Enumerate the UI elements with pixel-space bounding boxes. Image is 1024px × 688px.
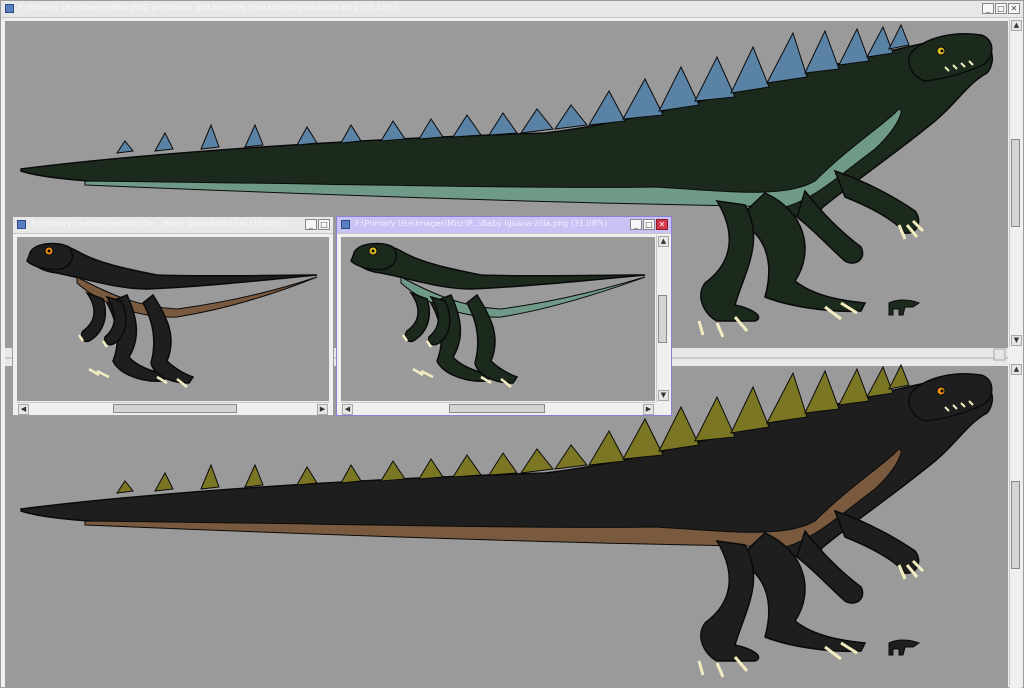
main-vertical-scrollbar[interactable]: ▲ ▼: [1009, 19, 1022, 347]
minimize-button[interactable]: _: [982, 3, 994, 14]
scroll-thumb[interactable]: [1011, 481, 1020, 569]
image-viewer-icon: [17, 220, 26, 229]
minimize-button[interactable]: _: [630, 219, 642, 230]
main-title-bar[interactable]: F:\Primary Use\Images\Misc\PNG pics\Dino…: [1, 1, 1023, 18]
scroll-left-arrow[interactable]: ◀: [18, 404, 29, 415]
maximize-button[interactable]: □: [318, 219, 330, 230]
scroll-thumb[interactable]: [1011, 139, 1020, 227]
baby-sai-window[interactable]: F:\Primary Use\Images\Misc\Se...\Baby ig…: [12, 216, 334, 416]
scroll-up-arrow[interactable]: ▲: [658, 236, 669, 247]
maximize-button[interactable]: □: [995, 3, 1007, 14]
image-viewer-icon: [5, 4, 14, 13]
scroll-left-arrow[interactable]: ◀: [342, 404, 353, 415]
scroll-down-arrow[interactable]: ▼: [1011, 335, 1022, 346]
scroll-right-arrow[interactable]: ▶: [317, 404, 328, 415]
sai-title-bar[interactable]: F:\Primary Use\Images\Misc\Se...\Baby ig…: [13, 217, 333, 234]
main-vertical-scrollbar-lower[interactable]: ▲: [1009, 363, 1022, 688]
scroll-thumb[interactable]: [113, 404, 237, 413]
scroll-up-arrow[interactable]: ▲: [1011, 20, 1022, 31]
sai-horizontal-scrollbar[interactable]: ◀ ▶: [17, 402, 329, 415]
minimize-button[interactable]: _: [305, 219, 317, 230]
scroll-thumb[interactable]: [449, 404, 545, 413]
baby-png-window[interactable]: F:\Primary Use\Images\Misc\P...\Baby igu…: [336, 216, 672, 416]
scroll-down-arrow[interactable]: ▼: [658, 390, 669, 401]
scroll-right-arrow[interactable]: ▶: [643, 404, 654, 415]
png-canvas[interactable]: [341, 237, 655, 401]
scroll-up-arrow[interactable]: ▲: [1011, 364, 1022, 375]
maximize-button[interactable]: □: [643, 219, 655, 230]
sai-canvas[interactable]: [17, 237, 329, 401]
sai-window-title: F:\Primary Use\Images\Misc\Se...\Baby ig…: [31, 219, 286, 228]
scroll-thumb[interactable]: [658, 295, 667, 343]
main-window-title: F:\Primary Use\Images\Misc\PNG pics\Dino…: [19, 3, 398, 12]
png-horizontal-scrollbar[interactable]: ◀ ▶: [341, 402, 655, 415]
baby-black-iguana-zilla: [26, 242, 318, 388]
baby-green-iguana-zilla: [350, 242, 646, 388]
close-button[interactable]: ✕: [656, 219, 668, 230]
close-button[interactable]: ✕: [1008, 3, 1020, 14]
baby-iguana-zilla-sai-image: [26, 242, 318, 388]
png-title-bar[interactable]: F:\Primary Use\Images\Misc\P...\Baby igu…: [337, 217, 671, 234]
png-vertical-scrollbar[interactable]: ▲ ▼: [656, 235, 669, 402]
image-viewer-icon: [341, 220, 350, 229]
baby-iguana-zilla-png-image: [350, 242, 646, 388]
png-window-title: F:\Primary Use\Images\Misc\P...\Baby igu…: [355, 219, 608, 228]
